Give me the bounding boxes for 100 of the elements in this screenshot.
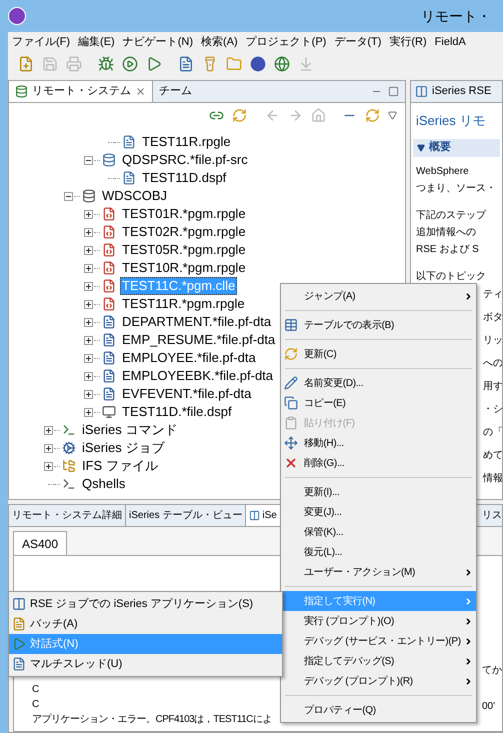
menu-item[interactable]: 実行 (プロンプト)(O) [281,611,476,631]
menu-item[interactable]: ジャンプ(A) [281,286,476,306]
view-tab[interactable]: リモート・システム [9,81,153,102]
expand-toggle[interactable] [84,354,92,362]
tree-item[interactable]: TEST11D.dspf [140,169,228,187]
expand-toggle[interactable] [84,300,92,308]
sphere-icon[interactable] [250,56,266,72]
folder-tree-icon [62,459,76,473]
tree-item[interactable]: TEST11R.*pgm.rpgle [120,295,247,313]
bug-icon[interactable] [98,56,114,72]
view-tab[interactable]: iSeries RSE [411,81,502,103]
menu-item[interactable]: デバッグ (サービス・エントリー)(P) [281,631,476,651]
tree-item[interactable]: TEST02R.*pgm.rpgle [120,223,248,241]
tree-item[interactable]: TEST11R.rpgle [140,133,233,151]
collapse-triangle-icon [417,144,425,152]
tree-item[interactable]: TEST05R.*pgm.rpgle [120,241,248,259]
message-text: てか [482,664,502,678]
run-icon[interactable] [122,56,138,72]
menu-item[interactable]: プロジェクト(P) [246,34,326,50]
menu-item[interactable]: 保管(K)... [281,522,476,542]
expand-toggle[interactable] [44,444,52,452]
menu-item[interactable]: 更新(C) [281,344,476,364]
expand-toggle[interactable] [84,246,92,254]
tree-item[interactable]: DEPARTMENT.*file.pf-dta [120,313,274,331]
collapse-toggle[interactable] [64,192,72,200]
new-file-icon[interactable] [18,56,34,72]
menu-item[interactable]: 削除(G)... [281,453,476,473]
view-tab[interactable]: チーム [153,81,198,102]
expand-toggle[interactable] [84,408,92,416]
menu-item[interactable]: 編集(E) [78,34,115,50]
menu-item[interactable]: ナビゲート(N) [122,34,193,50]
expand-toggle[interactable] [44,462,52,470]
collapse-toggle[interactable] [84,156,92,164]
expand-toggle[interactable] [44,426,52,434]
tree-item[interactable]: QDSPSRC.*file.pf-src [120,151,250,169]
tree-item[interactable]: EMPLOYEEBK.*file.pf-dta [120,367,276,385]
tree-item[interactable]: EVFEVENT.*file.pf-dta [120,385,254,403]
welcome-text: WebSphere [416,164,470,178]
delete-icon [284,456,298,470]
expand-toggle[interactable] [84,372,92,380]
menu-item[interactable]: 指定してデバッグ(S) [281,651,476,671]
tree-item[interactable]: IFS ファイル [80,457,160,475]
menu-item[interactable]: プロパティー(Q) [281,700,476,720]
menu-item[interactable]: 変更(J)... [281,502,476,522]
menu-item[interactable]: バッチ(A) [9,614,282,634]
menu-item[interactable]: デバッグ (プロンプト)(R) [281,671,476,691]
message-text: アプリケーション・エラー。CPF4103は，TEST11Cによ [32,712,272,727]
menu-item[interactable]: 検索(A) [201,34,238,50]
globe-icon[interactable] [274,56,290,72]
menu-item[interactable]: 名前変更(D)... [281,373,476,393]
welcome-text: ティ [483,288,502,302]
terminal-icon [62,477,76,491]
menu-item[interactable]: 実行(R) [389,34,427,50]
menu-item[interactable]: コピー(E) [281,393,476,413]
section-header[interactable]: 概要 [413,138,500,156]
expand-toggle[interactable] [84,318,92,326]
tree-item[interactable]: TEST01R.*pgm.rpgle [120,205,248,223]
tree-item[interactable]: iSeries コマンド [80,421,180,439]
tree-item[interactable]: TEST10R.*pgm.rpgle [120,259,248,277]
welcome-text: RSE および S [416,242,480,256]
database-icon [82,189,96,203]
copy-icon [284,396,298,410]
close-icon[interactable] [135,86,146,97]
menu-item[interactable]: FieldA [434,34,466,50]
view-tab[interactable]: リモート・システム詳細 [9,505,126,526]
tree-item[interactable]: EMP_RESUME.*file.pf-dta [120,331,278,349]
menu-item[interactable]: マルチスレッド(U) [9,654,282,674]
menu-item[interactable]: テーブルでの表示(B) [281,315,476,335]
program-icon [102,297,116,311]
document-icon [12,657,26,671]
system-tab[interactable]: AS400 [13,531,68,555]
tree-item[interactable]: EMPLOYEE.*file.pf-dta [120,349,258,367]
expand-toggle[interactable] [84,336,92,344]
expand-toggle[interactable] [84,282,92,290]
expand-toggle[interactable] [84,264,92,272]
tree-item[interactable]: Qshells [80,475,128,493]
tree-item[interactable]: iSeries ジョブ [80,439,166,457]
view-menu-icon[interactable] [388,110,397,120]
menu-item[interactable]: 復元(L)... [281,542,476,562]
menu-item[interactable]: 移動(H)... [281,433,476,453]
run-external-icon[interactable] [146,56,162,72]
monitor-icon [102,405,116,419]
gear-icon [62,441,76,455]
document-icon[interactable] [178,56,194,72]
menu-item[interactable]: ファイル(F) [12,34,70,50]
menu-item[interactable]: データ(T) [334,34,382,50]
maximize-icon[interactable] [388,86,399,97]
tree-item[interactable]: WDSCOBJ [100,187,169,205]
view-tab[interactable]: リス [482,505,502,526]
welcome-text: ボタ [483,310,502,324]
document-icon [102,333,116,347]
menu-item[interactable]: ユーザー・アクション(M) [281,562,476,582]
expand-toggle[interactable] [84,210,92,218]
view-tab[interactable]: iSe [246,505,281,526]
program-icon [102,261,116,275]
menu-item[interactable]: RSE ジョブでの iSeries アプリケーション(S) [9,594,282,614]
menu-item[interactable]: 更新(I)... [281,482,476,502]
expand-toggle[interactable] [84,228,92,236]
tree-item[interactable]: TEST11D.*file.dspf [120,403,234,421]
expand-toggle[interactable] [84,390,92,398]
